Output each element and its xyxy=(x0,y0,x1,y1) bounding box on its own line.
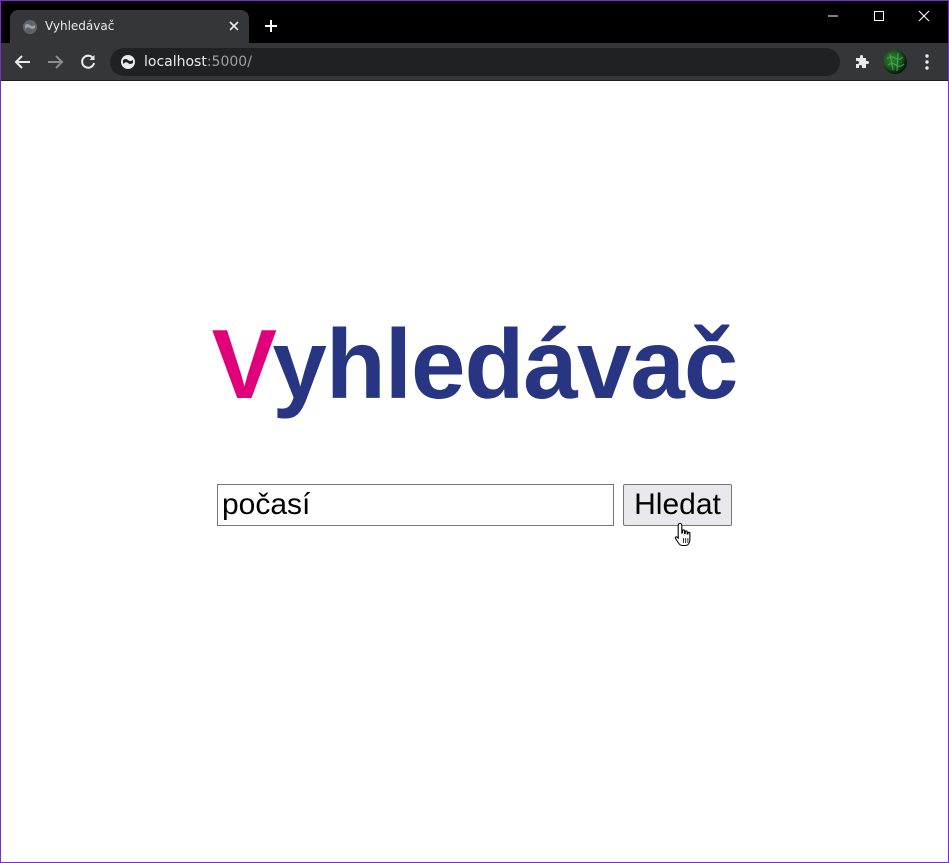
url-text: localhost:5000/ xyxy=(144,54,252,70)
close-window-button[interactable] xyxy=(901,1,947,31)
forward-icon[interactable] xyxy=(45,52,65,72)
url-host: localhost xyxy=(144,54,207,70)
close-icon xyxy=(918,10,930,22)
page-content: Vyhledávač počasí Hledat xyxy=(1,81,948,862)
new-tab-icon[interactable] xyxy=(263,18,279,34)
search-input[interactable]: počasí xyxy=(217,484,614,526)
url-path: :5000/ xyxy=(206,54,252,70)
minimize-icon xyxy=(828,15,838,17)
logo-rest: yhledávač xyxy=(272,309,738,419)
maximize-icon xyxy=(874,11,884,21)
address-bar[interactable]: localhost:5000/ xyxy=(110,48,840,76)
more-menu-icon[interactable] xyxy=(919,52,935,72)
minimize-button[interactable] xyxy=(810,1,856,31)
extensions-puzzle-icon[interactable] xyxy=(853,53,871,71)
hand-cursor-icon xyxy=(674,522,691,547)
site-logo: Vyhledávač xyxy=(1,309,948,419)
logo-first-letter: V xyxy=(211,309,274,419)
globe-icon[interactable] xyxy=(120,54,136,70)
back-icon[interactable] xyxy=(13,52,33,72)
tab-strip: Vyhledávač xyxy=(1,1,948,43)
browser-toolbar: localhost:5000/ xyxy=(1,43,948,81)
close-tab-icon[interactable] xyxy=(227,19,241,33)
tab-title: Vyhledávač xyxy=(45,19,115,33)
globe-icon xyxy=(23,20,37,34)
browser-window: Vyhledávač localhost:5000/ Vyhledávač po… xyxy=(0,0,949,863)
profile-avatar[interactable] xyxy=(883,50,907,74)
avatar-image xyxy=(886,52,905,72)
tab-active[interactable]: Vyhledávač xyxy=(10,10,249,43)
search-button[interactable]: Hledat xyxy=(623,484,732,526)
maximize-button[interactable] xyxy=(856,1,902,31)
reload-icon[interactable] xyxy=(78,52,98,72)
